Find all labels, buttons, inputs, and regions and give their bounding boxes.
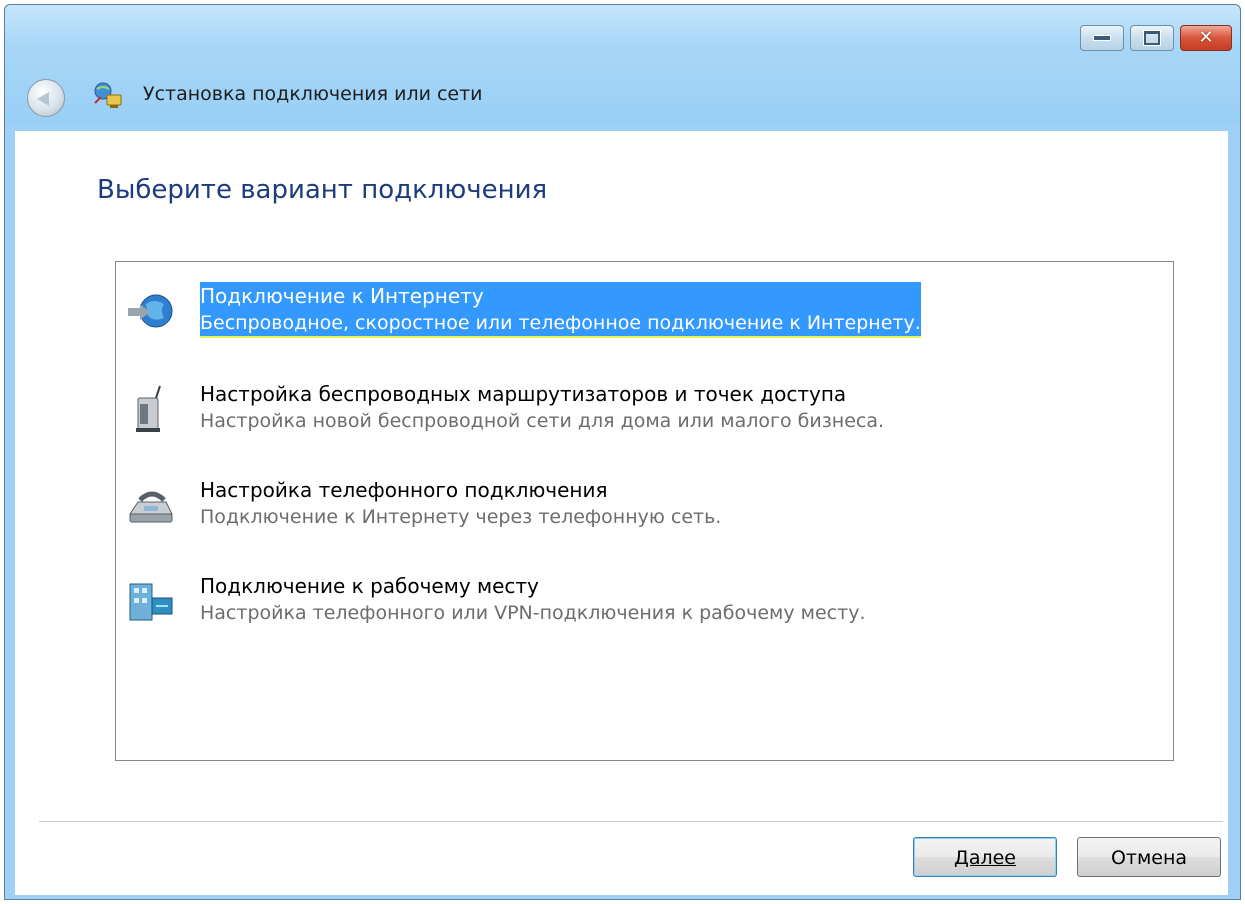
option-wireless-router-texts: Настройка беспроводных маршрутизаторов и… xyxy=(200,380,884,434)
cancel-button[interactable]: Отмена xyxy=(1077,837,1221,877)
network-setup-icon xyxy=(94,82,122,108)
footer-separator xyxy=(39,821,1223,822)
option-title: Подключение к Интернету xyxy=(200,284,484,308)
option-dialup-texts: Настройка телефонного подключения Подклю… xyxy=(200,476,721,530)
option-title: Настройка телефонного подключения xyxy=(200,478,608,502)
minimize-button[interactable] xyxy=(1080,25,1124,51)
option-wireless-router[interactable]: Настройка беспроводных маршрутизаторов и… xyxy=(126,380,996,452)
modem-phone-icon xyxy=(129,491,173,523)
option-title: Настройка беспроводных маршрутизаторов и… xyxy=(200,382,847,406)
minimize-icon xyxy=(1093,35,1111,41)
title-bar[interactable]: ✕ Установка подключения или сети xyxy=(5,5,1240,125)
back-arrow-icon xyxy=(37,92,49,106)
option-internet[interactable]: Подключение к Интернету Беспроводное, ск… xyxy=(126,282,996,354)
dialog-content: Выберите вариант подключения Подключение… xyxy=(15,131,1228,895)
option-title: Подключение к рабочему месту xyxy=(200,574,539,598)
workplace-icon xyxy=(129,583,173,621)
window-controls: ✕ xyxy=(1080,25,1232,51)
page-heading: Выберите вариант подключения xyxy=(97,175,548,205)
maximize-button[interactable] xyxy=(1130,25,1174,51)
option-description: Настройка новой беспроводной сети для до… xyxy=(200,410,885,432)
maximize-icon xyxy=(1144,31,1160,45)
window-title: Установка подключения или сети xyxy=(143,83,483,105)
close-icon: ✕ xyxy=(1198,27,1214,48)
option-description: Подключение к Интернету через телефонную… xyxy=(200,506,722,528)
setup-window: ✕ Установка подключения или сети Выберит… xyxy=(4,4,1241,900)
wireless-router-icon xyxy=(136,385,161,432)
option-workplace[interactable]: Подключение к рабочему месту Настройка т… xyxy=(126,572,996,644)
next-button-label: Далее xyxy=(953,847,1016,869)
close-button[interactable]: ✕ xyxy=(1180,25,1232,51)
option-description: Беспроводное, скоростное или телефонное … xyxy=(200,310,921,338)
connection-options-list[interactable]: Подключение к Интернету Беспроводное, ск… xyxy=(115,261,1174,761)
option-description: Настройка телефонного или VPN-подключени… xyxy=(200,602,866,624)
globe-connect-icon xyxy=(128,294,173,328)
option-workplace-texts: Подключение к рабочему месту Настройка т… xyxy=(200,572,865,626)
next-button[interactable]: Далее xyxy=(913,837,1057,877)
back-button[interactable] xyxy=(27,79,65,117)
option-internet-texts: Подключение к Интернету Беспроводное, ск… xyxy=(200,282,921,338)
option-dialup[interactable]: Настройка телефонного подключения Подклю… xyxy=(126,476,996,548)
